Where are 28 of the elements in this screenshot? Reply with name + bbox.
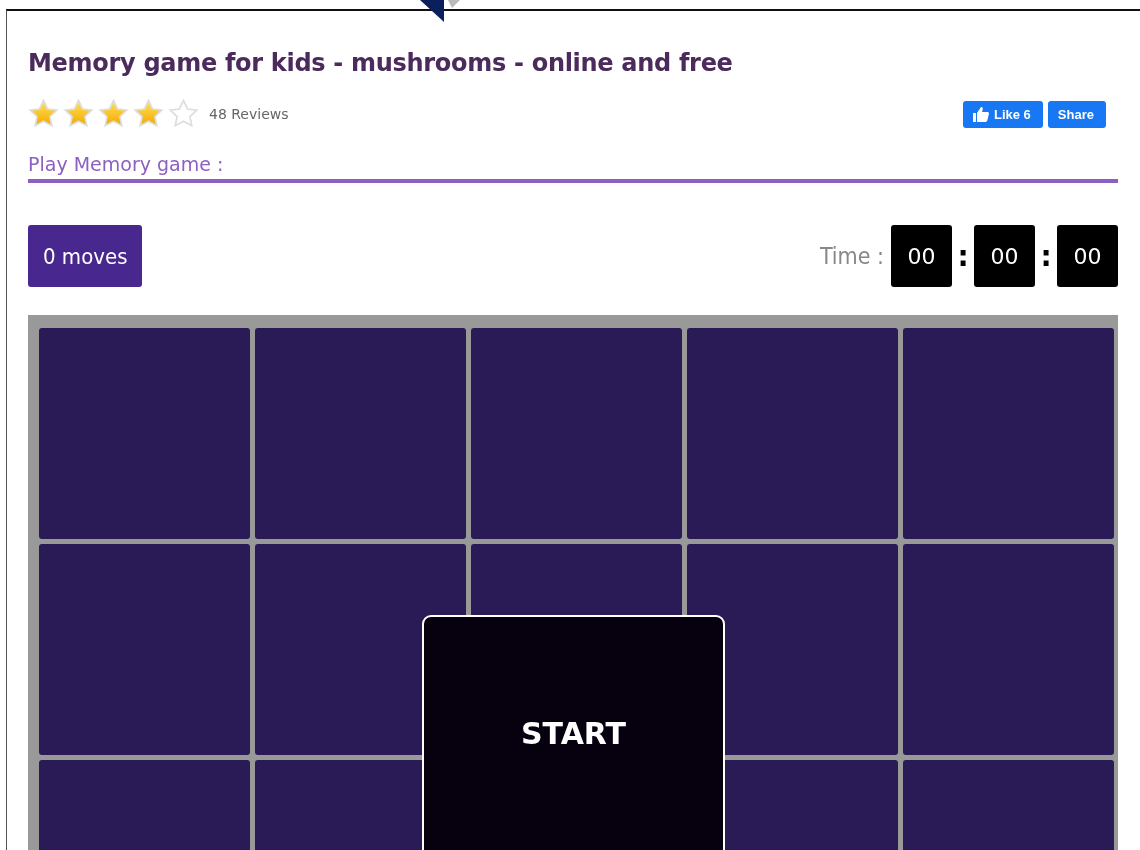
- like-button[interactable]: Like 6: [963, 100, 1043, 128]
- memory-card[interactable]: [39, 328, 250, 539]
- time-label: Time :: [819, 243, 884, 269]
- timer-hours: 00: [891, 225, 952, 287]
- start-button[interactable]: START: [516, 713, 631, 753]
- timer-seconds: 00: [1057, 225, 1118, 287]
- timer-separator: :: [956, 239, 970, 273]
- thumbs-up-icon: [973, 106, 989, 122]
- timer-minutes: 00: [974, 225, 1035, 287]
- pointer-drawing: [418, 0, 462, 24]
- timer-separator: :: [1039, 239, 1053, 273]
- filled-star-icon: [63, 99, 94, 129]
- moves-counter[interactable]: 0 moves: [28, 225, 143, 287]
- section-heading: Play Memory game :: [28, 153, 1118, 183]
- filled-star-icon: [98, 99, 129, 129]
- empty-star-icon: [168, 99, 199, 129]
- filled-star-icon: [133, 99, 164, 129]
- memory-card[interactable]: [903, 544, 1114, 755]
- memory-card[interactable]: [39, 544, 250, 755]
- memory-card[interactable]: [687, 328, 898, 539]
- reviews-count: 48 Reviews: [209, 106, 289, 122]
- star-rating[interactable]: 48 Reviews: [28, 99, 289, 129]
- share-button[interactable]: Share: [1047, 100, 1106, 128]
- memory-card[interactable]: [255, 328, 466, 539]
- page-title: Memory game for kids - mushrooms - online and free: [28, 49, 734, 77]
- memory-card[interactable]: [903, 328, 1114, 539]
- filled-star-icon: [28, 99, 59, 129]
- memory-card[interactable]: [471, 328, 682, 539]
